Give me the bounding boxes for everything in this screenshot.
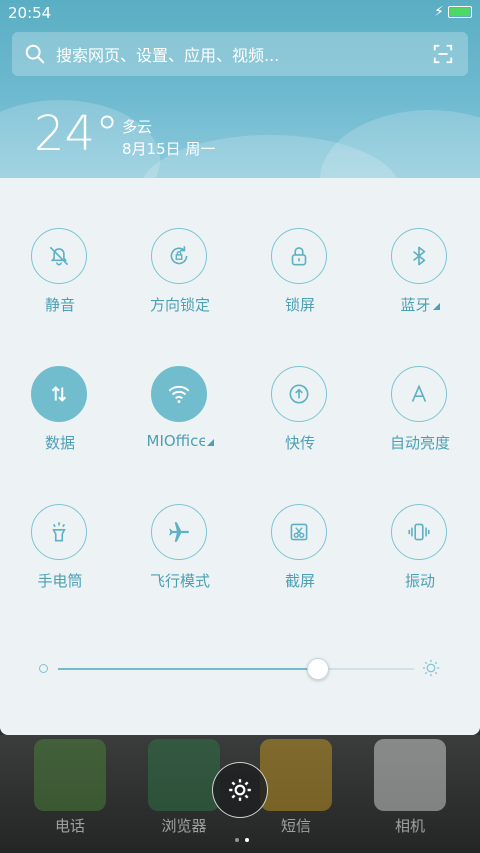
screenshot-icon: [271, 504, 327, 560]
brightness-slider[interactable]: [58, 668, 414, 670]
expand-indicator-icon: [432, 303, 440, 310]
dock-label-browser: 浏览器: [161, 817, 207, 835]
toggle-label: 飞行模式: [149, 572, 210, 590]
toggle-wifi[interactable]: MIOffice: [120, 366, 240, 476]
search-bar[interactable]: 搜索网页、设置、应用、视频...: [12, 32, 468, 76]
bell-off-icon: [31, 228, 87, 284]
toggle-quick-transfer[interactable]: 快传: [240, 366, 360, 476]
rotation-lock-icon: [151, 228, 207, 284]
toggle-label: 振动: [404, 572, 435, 590]
scan-icon[interactable]: [432, 43, 454, 65]
toggle-rotation-lock[interactable]: 方向锁定: [120, 228, 240, 338]
lock-icon: [271, 228, 327, 284]
page-dot-active: [245, 838, 249, 842]
toggle-label: 快传: [284, 434, 315, 452]
search-icon: [25, 44, 45, 64]
data-arrows-icon: [31, 366, 87, 422]
toggle-auto-brightness[interactable]: 自动亮度: [360, 366, 480, 476]
toggle-flashlight[interactable]: 手电筒: [0, 504, 120, 614]
battery-icon: [448, 6, 472, 18]
airplane-icon: [151, 504, 207, 560]
notification-header: 20:54 ⚡ 搜索网页、设置、应用、视频... 24° 多云 8月15日 周一: [0, 0, 480, 180]
wifi-icon: [151, 366, 207, 422]
toggle-label: MIOffice: [120, 432, 240, 450]
flashlight-icon: [31, 504, 87, 560]
toggle-label: 锁屏: [284, 296, 315, 314]
toggle-label: 方向锁定: [149, 296, 210, 314]
toggle-lock-screen[interactable]: 锁屏: [240, 228, 360, 338]
toggle-airplane-mode[interactable]: 飞行模式: [120, 504, 240, 614]
toggle-silent[interactable]: 静音: [0, 228, 120, 338]
camera-app-icon[interactable]: [374, 739, 446, 811]
quick-settings-panel: 静音 方向锁定 锁屏 蓝牙 数据 MIOffice 快传 自动亮度 手电筒 飞行…: [0, 178, 480, 735]
toggle-bluetooth[interactable]: 蓝牙: [360, 228, 480, 338]
dock-label-phone: 电话: [54, 817, 85, 835]
weather-condition: 多云: [122, 118, 153, 136]
phone-app-icon[interactable]: [34, 739, 106, 811]
expand-indicator-icon: [206, 439, 214, 446]
weather-date: 8月15日 周一: [122, 140, 216, 158]
toggle-mobile-data[interactable]: 数据: [0, 366, 120, 476]
gear-icon: [229, 779, 251, 801]
status-bar: 20:54 ⚡: [0, 0, 480, 26]
toggle-label: 蓝牙: [360, 294, 480, 315]
bluetooth-icon: [391, 228, 447, 284]
charging-icon: ⚡: [434, 4, 444, 20]
dock-label-messages: 短信: [280, 817, 311, 835]
toggle-label: 静音: [44, 296, 75, 314]
toggle-label: 数据: [44, 434, 75, 452]
browser-app-icon[interactable]: [148, 739, 220, 811]
brightness-high-icon: [422, 659, 440, 677]
dock-label-camera: 相机: [394, 817, 425, 835]
upload-icon: [271, 366, 327, 422]
brightness-low-icon: [39, 664, 48, 673]
toggle-label: 截屏: [284, 572, 315, 590]
page-dot: [235, 838, 239, 842]
toggle-vibrate[interactable]: 振动: [360, 504, 480, 614]
settings-button[interactable]: [212, 762, 268, 818]
search-placeholder: 搜索网页、设置、应用、视频...: [56, 46, 280, 65]
toggle-label: 手电筒: [37, 572, 83, 590]
letter-a-icon: [391, 366, 447, 422]
toggle-label: 自动亮度: [389, 434, 450, 452]
brightness-slider-thumb[interactable]: [306, 658, 329, 680]
status-time: 20:54: [8, 4, 52, 22]
vibrate-icon: [391, 504, 447, 560]
weather-temperature: 24°: [34, 106, 120, 162]
page-indicator: [232, 827, 252, 846]
brightness-slider-fill: [58, 668, 318, 670]
messages-app-icon[interactable]: [260, 739, 332, 811]
toggle-screenshot[interactable]: 截屏: [240, 504, 360, 614]
